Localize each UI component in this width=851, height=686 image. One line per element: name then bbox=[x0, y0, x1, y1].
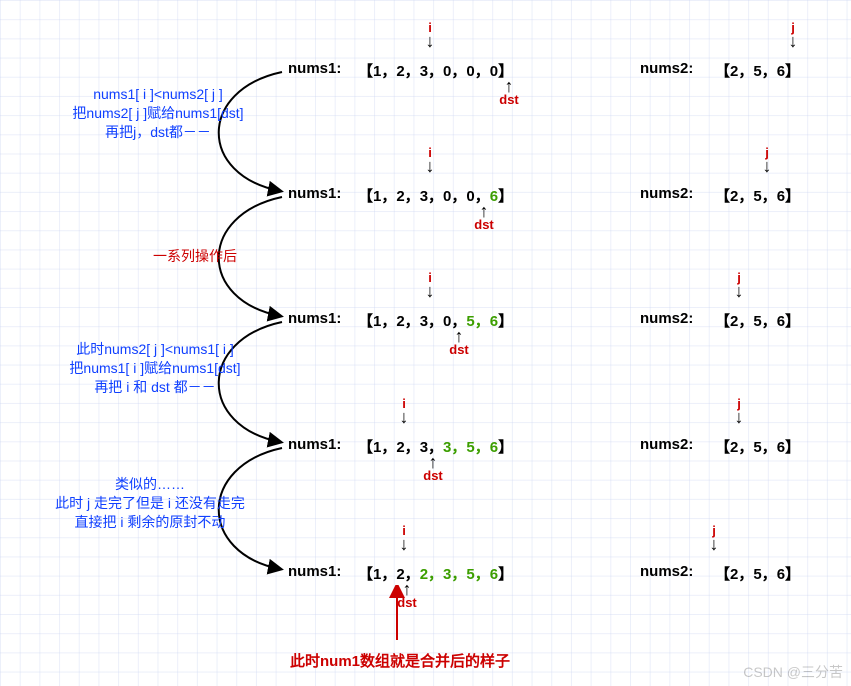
final-caption: 此时num1数组就是合并后的样子 bbox=[290, 650, 510, 671]
nums1-array: 【1，2，2，3，5，6】 bbox=[358, 563, 513, 584]
pointer-i: i↓ bbox=[394, 523, 414, 550]
nums2-label: nums2: bbox=[640, 563, 693, 580]
note-n3: 此时nums2[ j ]<nums1[ i ] 把nums1[ i ]赋给num… bbox=[40, 340, 270, 397]
note-n1: nums1[ i ]<nums2[ j ] 把nums2[ j ]赋给nums1… bbox=[48, 85, 268, 142]
note-n4: 类似的…… 此时 j 走完了但是 i 还没有走完 直接把 i 剩余的原封不动 bbox=[25, 475, 275, 532]
watermark: CSDN @三分苦 bbox=[743, 662, 843, 682]
final-arrow bbox=[385, 585, 415, 645]
nums2-array: 【2，5，6】 bbox=[715, 563, 800, 584]
pointer-j: j↓ bbox=[704, 523, 724, 550]
nums1-label: nums1: bbox=[288, 563, 341, 580]
note-n2: 一系列操作后 bbox=[125, 247, 265, 266]
